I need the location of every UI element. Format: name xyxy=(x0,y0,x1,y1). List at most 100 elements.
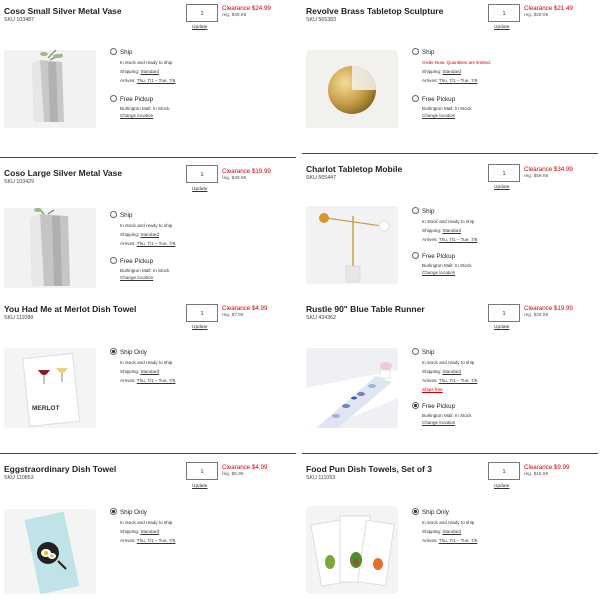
change-location-link[interactable]: Change location xyxy=(120,275,153,280)
ship-only-option[interactable]: Ship Only xyxy=(110,508,147,516)
pickup-option[interactable]: Free Pickup xyxy=(412,95,455,103)
product-sku: SKU 565447 xyxy=(306,175,337,181)
ship-option[interactable]: Ship xyxy=(412,48,434,56)
product-image-large-vase[interactable] xyxy=(4,208,96,288)
shipping-method-link[interactable]: Standard xyxy=(442,69,461,74)
cart-item-charlot-mobile: Charlot Tabletop Mobile SKU 565447 1 Upd… xyxy=(302,153,598,293)
shipping-method-link[interactable]: Standard xyxy=(442,369,461,374)
pickup-option[interactable]: Free Pickup xyxy=(412,402,455,410)
arrival-dates-link[interactable]: Thu, 7/1 – Tue, 7/6 xyxy=(137,378,176,383)
ship-option[interactable]: Ship xyxy=(110,48,132,56)
product-title[interactable]: Rustle 90" Blue Table Runner xyxy=(306,304,425,314)
product-image-table-runner[interactable] xyxy=(306,348,398,428)
ship-option[interactable]: Ship xyxy=(412,207,434,215)
change-location-link[interactable]: Change location xyxy=(422,270,455,275)
ship-radio[interactable] xyxy=(110,48,117,55)
arrival-dates-link[interactable]: Thu, 7/1 – Tue, 7/6 xyxy=(137,241,176,246)
update-link[interactable]: Update xyxy=(192,25,207,30)
product-sku: SKU 103487 xyxy=(4,17,35,23)
change-location-link[interactable]: Change location xyxy=(422,420,455,425)
arrives-row: Arrives: Thu, 7/1 – Tue, 7/6 xyxy=(422,538,478,543)
pickup-radio[interactable] xyxy=(412,402,419,409)
ship-only-option[interactable]: Ship Only xyxy=(110,348,147,356)
ships-free-link[interactable]: Ships free xyxy=(422,387,443,392)
update-link[interactable]: Update xyxy=(494,25,509,30)
product-title[interactable]: You Had Me at Merlot Dish Towel xyxy=(4,304,136,314)
product-image-egg-towel[interactable] xyxy=(4,509,96,594)
arrives-row: Arrives: Thu, 7/1 – Tue, 7/6 xyxy=(120,378,176,383)
quantity-input[interactable]: 1 xyxy=(186,304,218,322)
arrival-dates-link[interactable]: Thu, 7/1 – Tue, 7/6 xyxy=(137,538,176,543)
change-location-link[interactable]: Change location xyxy=(120,113,153,118)
arrival-dates-link[interactable]: Thu, 7/1 – Tue, 7/6 xyxy=(439,237,478,242)
store-stock: Burlington Mall: In Stock xyxy=(120,268,170,273)
shipping-method-link[interactable]: Standard xyxy=(442,529,461,534)
quantity-input[interactable]: 1 xyxy=(488,4,520,22)
product-title[interactable]: Charlot Tabletop Mobile xyxy=(306,164,402,174)
quantity-input[interactable]: 1 xyxy=(488,304,520,322)
ship-only-radio[interactable] xyxy=(412,508,419,515)
clearance-price: Clearance $4.99 xyxy=(222,464,268,471)
product-image-brass-sculpture[interactable] xyxy=(306,50,398,128)
ship-option[interactable]: Ship xyxy=(412,348,434,356)
quantity-input[interactable]: 1 xyxy=(488,164,520,182)
ship-radio[interactable] xyxy=(412,207,419,214)
ship-radio[interactable] xyxy=(412,48,419,55)
change-location-link[interactable]: Change location xyxy=(422,113,455,118)
shipping-method-link[interactable]: Standard xyxy=(442,228,461,233)
product-sku: SKU 434362 xyxy=(306,315,337,321)
product-image-small-vase[interactable] xyxy=(4,50,96,128)
product-title[interactable]: Revolve Brass Tabletop Sculpture xyxy=(306,6,443,16)
update-link[interactable]: Update xyxy=(192,484,207,489)
pickup-radio[interactable] xyxy=(412,95,419,102)
quantity-input[interactable]: 1 xyxy=(488,462,520,480)
ship-only-radio[interactable] xyxy=(110,348,117,355)
arrives-row: Arrives: Thu, 7/1 – Tue, 7/6 xyxy=(120,538,176,543)
ship-only-radio[interactable] xyxy=(110,508,117,515)
update-link[interactable]: Update xyxy=(192,325,207,330)
pickup-option[interactable]: Free Pickup xyxy=(110,95,153,103)
product-sku: SKU 111053 xyxy=(306,475,336,481)
stock-status: In stock and ready to ship xyxy=(120,520,173,525)
shipping-row: Shipping: Standard xyxy=(120,69,160,74)
product-title[interactable]: Coso Large Silver Metal Vase xyxy=(4,168,122,178)
regular-price: reg. $29.95 xyxy=(524,313,549,318)
cart-item-egg-towel: Eggstraordinary Dish Towel SKU 110853 1 … xyxy=(0,453,296,598)
ship-radio[interactable] xyxy=(412,348,419,355)
shipping-row: Shipping: Standard xyxy=(422,228,462,233)
update-link[interactable]: Update xyxy=(494,325,509,330)
arrival-dates-link[interactable]: Thu, 7/1 – Tue, 7/6 xyxy=(137,78,176,83)
update-link[interactable]: Update xyxy=(494,185,509,190)
stock-status: In stock and ready to ship xyxy=(422,219,475,224)
arrival-dates-link[interactable]: Thu, 7/1 – Tue, 7/6 xyxy=(439,538,478,543)
pickup-radio[interactable] xyxy=(412,252,419,259)
stock-status: In stock and ready to ship xyxy=(120,223,173,228)
product-image-tabletop-mobile[interactable] xyxy=(306,206,398,284)
ship-radio[interactable] xyxy=(110,211,117,218)
ship-option[interactable]: Ship xyxy=(110,211,132,219)
shipping-method-link[interactable]: Standard xyxy=(140,369,159,374)
quantity-input[interactable]: 1 xyxy=(186,462,218,480)
regular-price: reg. $29.95 xyxy=(524,13,549,18)
quantity-input[interactable]: 1 xyxy=(186,4,218,22)
pickup-option[interactable]: Free Pickup xyxy=(412,252,455,260)
pickup-option[interactable]: Free Pickup xyxy=(110,257,153,265)
shipping-row: Shipping: Standard xyxy=(422,529,462,534)
shipping-method-link[interactable]: Standard xyxy=(140,232,159,237)
shipping-method-link[interactable]: Standard xyxy=(140,69,159,74)
product-image-merlot-towel[interactable]: MERLOT xyxy=(4,348,96,428)
update-link[interactable]: Update xyxy=(192,187,207,192)
update-link[interactable]: Update xyxy=(494,484,509,489)
quantity-input[interactable]: 1 xyxy=(186,165,218,183)
pickup-radio[interactable] xyxy=(110,95,117,102)
product-title[interactable]: Eggstraordinary Dish Towel xyxy=(4,464,116,474)
shipping-method-link[interactable]: Standard xyxy=(140,529,159,534)
product-image-food-pun-towels[interactable] xyxy=(306,506,398,594)
arrival-dates-link[interactable]: Thu, 7/1 – Tue, 7/6 xyxy=(439,378,478,383)
ship-only-option[interactable]: Ship Only xyxy=(412,508,449,516)
pickup-radio[interactable] xyxy=(110,257,117,264)
product-title[interactable]: Coso Small Silver Metal Vase xyxy=(4,6,122,16)
arrival-dates-link[interactable]: Thu, 7/1 – Tue, 7/6 xyxy=(439,78,478,83)
product-title[interactable]: Food Pun Dish Towels, Set of 3 xyxy=(306,464,432,474)
clearance-price: Clearance $19.99 xyxy=(524,305,573,312)
